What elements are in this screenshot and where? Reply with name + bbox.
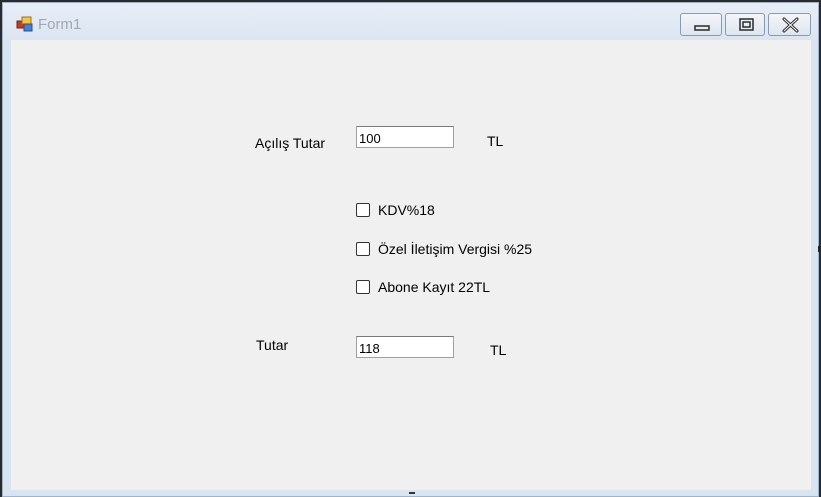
oiv-checkbox-row[interactable]: Özel İletişim Vergisi %25 — [356, 239, 532, 259]
form1-window: Form1 Açılış Tutar TL KDV%18 — [2, 2, 819, 497]
minimize-icon — [694, 25, 710, 31]
form-app-icon — [16, 16, 34, 32]
opening-amount-input[interactable] — [356, 126, 454, 148]
close-icon — [782, 17, 799, 33]
window-title: Form1 — [38, 16, 82, 33]
title-bar[interactable]: Form1 — [3, 3, 818, 40]
minimize-button[interactable] — [680, 13, 722, 36]
kdv-checkbox[interactable] — [356, 203, 370, 217]
total-amount-label: Tutar — [256, 337, 289, 353]
total-amount-input[interactable] — [356, 336, 454, 358]
subscription-checkbox[interactable] — [356, 280, 370, 294]
edge-mark — [818, 246, 820, 252]
oiv-checkbox-label[interactable]: Özel İletişim Vergisi %25 — [378, 241, 532, 257]
total-amount-unit: TL — [490, 342, 507, 358]
opening-amount-label: Açılış Tutar — [255, 135, 326, 151]
kdv-checkbox-row[interactable]: KDV%18 — [356, 200, 435, 220]
subscription-checkbox-row[interactable]: Abone Kayıt 22TL — [356, 277, 490, 297]
close-button[interactable] — [768, 13, 811, 36]
maximize-button[interactable] — [725, 13, 765, 36]
subscription-checkbox-label[interactable]: Abone Kayıt 22TL — [378, 279, 490, 295]
resize-grip-mark — [409, 492, 415, 494]
maximize-icon — [739, 18, 754, 31]
form-client-area: Açılış Tutar TL KDV%18 Özel İletişim Ver… — [11, 40, 811, 490]
kdv-checkbox-label[interactable]: KDV%18 — [378, 202, 435, 218]
oiv-checkbox[interactable] — [356, 242, 370, 256]
opening-amount-unit: TL — [487, 133, 504, 149]
